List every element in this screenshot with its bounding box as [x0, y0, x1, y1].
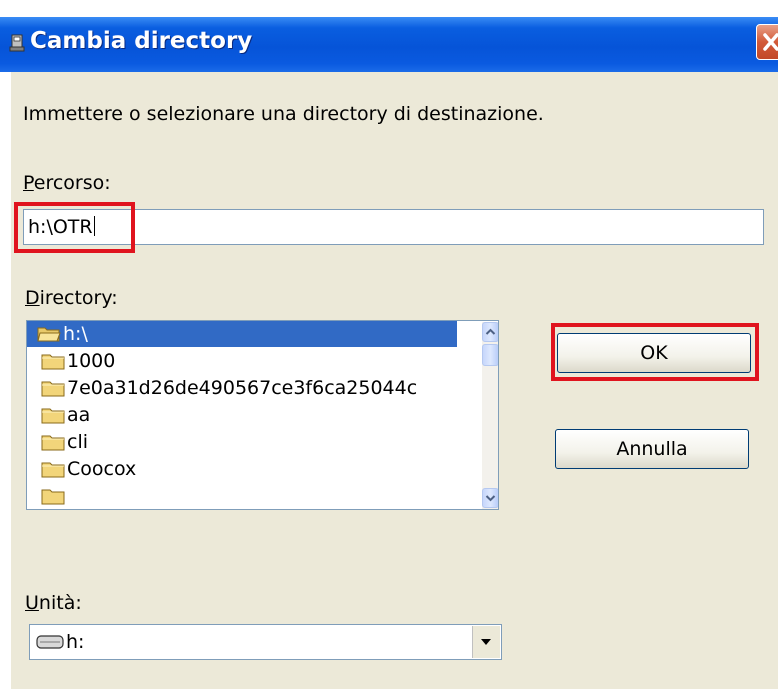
drive-label-mnemonic: U [25, 592, 39, 614]
directory-item-label: 7e0a31d26de490567ce3f6ca25044c [67, 377, 418, 399]
directory-list[interactable]: h:\ 1000 7e0a31d26de490567ce3f6ca25044c … [26, 320, 499, 510]
window-title: Cambia directory [30, 28, 253, 54]
drive-label: Unità: [25, 592, 82, 614]
directory-item-label: h:\ [63, 323, 88, 345]
instructions-text: Immettere o selezionare una directory di… [23, 103, 544, 125]
folder-icon [41, 408, 65, 424]
drive-dropdown-button[interactable] [472, 626, 500, 658]
drive-select[interactable]: h: [29, 624, 502, 660]
directory-item-partial[interactable] [27, 483, 457, 509]
directory-label-mnemonic: D [25, 287, 40, 309]
folder-icon [41, 354, 65, 370]
directory-label-text: irectory: [39, 287, 118, 309]
highlight-path-annotation [14, 202, 135, 253]
highlight-ok-annotation [551, 323, 759, 381]
drive-icon [36, 635, 64, 649]
folder-icon [41, 462, 65, 478]
directory-item-aa[interactable]: aa [27, 402, 457, 428]
open-folder-icon [37, 327, 61, 342]
directory-item-label: cli [67, 431, 89, 453]
folder-icon [41, 435, 65, 451]
directory-item-1000[interactable]: 1000 [27, 348, 457, 374]
directory-item-label: Coocox [67, 458, 137, 480]
path-label-mnemonic: P [23, 172, 34, 194]
drive-label-text: nità: [38, 592, 82, 614]
directory-item-label: aa [67, 404, 91, 426]
triangle-down-icon [481, 639, 491, 645]
drive-select-value: h: [66, 631, 85, 653]
chevron-up-icon [485, 328, 496, 335]
directory-item-hash[interactable]: 7e0a31d26de490567ce3f6ca25044c [27, 375, 457, 401]
scroll-up-button[interactable] [482, 322, 498, 342]
chevron-down-icon [485, 495, 496, 502]
cancel-button[interactable]: Annulla [555, 429, 749, 469]
scroll-thumb[interactable] [482, 344, 498, 366]
close-icon [763, 33, 778, 51]
path-label-text: ercorso: [33, 172, 111, 194]
app-icon [8, 33, 28, 53]
list-scrollbar[interactable] [482, 322, 498, 509]
directory-item-label: 1000 [67, 350, 116, 372]
directory-label: Directory: [25, 287, 118, 309]
directory-item-cli[interactable]: cli [27, 429, 457, 455]
directory-item-coocox[interactable]: Coocox [27, 456, 457, 482]
close-button[interactable] [756, 24, 778, 60]
path-label: Percorso: [23, 172, 111, 194]
scroll-down-button[interactable] [482, 488, 498, 508]
folder-icon [41, 489, 65, 505]
folder-icon [41, 381, 65, 397]
directory-item-root[interactable]: h:\ [27, 321, 457, 347]
